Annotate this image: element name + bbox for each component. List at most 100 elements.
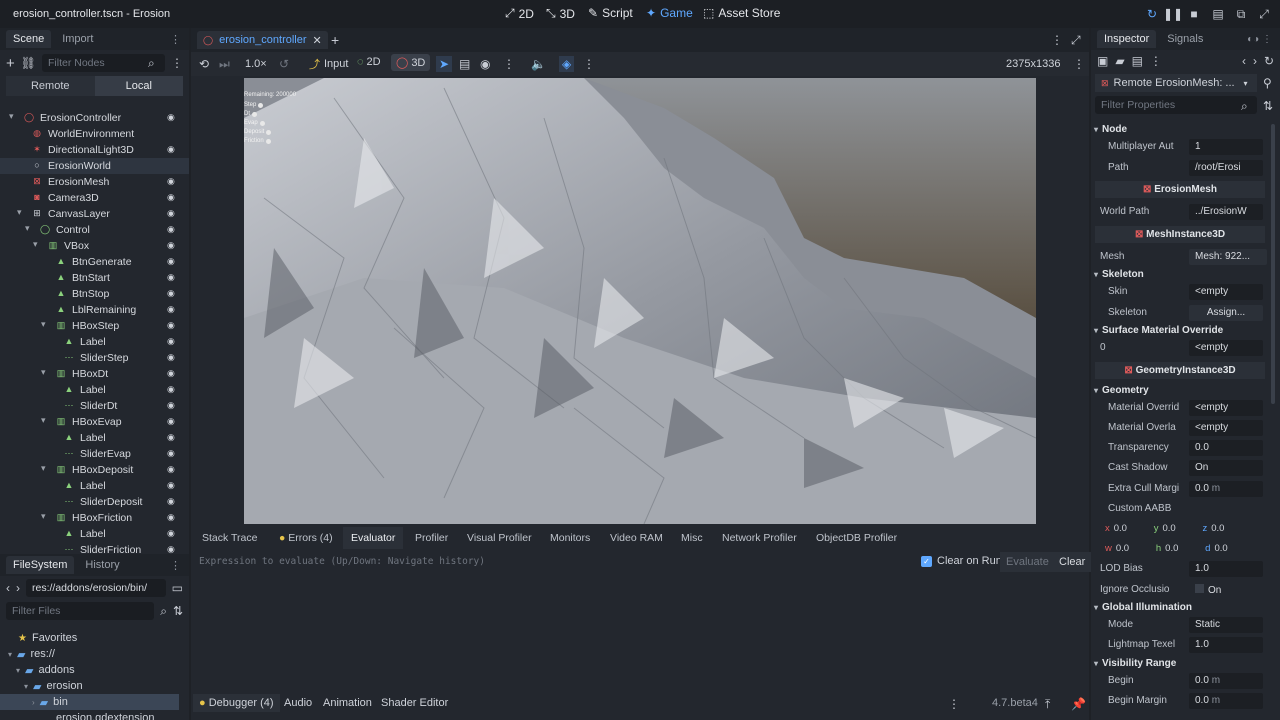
tabs-menu-icon[interactable]: ⋮ xyxy=(1051,33,1063,47)
tree-item-control[interactable]: ▾ ◯ Control ◉ xyxy=(0,222,189,238)
history-icon[interactable]: ↻ xyxy=(1264,54,1274,68)
workspace-3d-button[interactable]: ⤡ 3D xyxy=(546,6,575,21)
tab-monitors[interactable]: Monitors xyxy=(550,532,590,544)
list-select-icon[interactable]: ▤ xyxy=(459,57,470,71)
visibility-eye-icon[interactable]: ◉ xyxy=(167,224,175,235)
input-mode-button[interactable]: ⤴ Input xyxy=(309,56,348,72)
options-icon[interactable]: ⋮ xyxy=(503,57,515,71)
expand-arrow-icon[interactable]: ▾ xyxy=(41,319,46,330)
assign-skeleton-button[interactable]: Assign... xyxy=(1189,305,1263,321)
file-item-res[interactable]: ▾ ▰ res:// xyxy=(0,646,189,662)
tab-debugger[interactable]: ● Debugger (4) xyxy=(193,694,280,712)
add-node-icon[interactable]: + xyxy=(6,55,15,72)
expand-panel-icon[interactable]: ⤒ xyxy=(1045,697,1050,712)
visibility-eye-icon[interactable]: ◉ xyxy=(167,512,175,523)
path-field[interactable]: res://addons/erosion/bin/ xyxy=(26,579,166,597)
close-tab-icon[interactable]: ✕ xyxy=(313,34,322,47)
tab-video-ram[interactable]: Video RAM xyxy=(610,532,663,544)
tree-item-hboxfriction[interactable]: ▾ ▥ HBoxFriction ◉ xyxy=(0,510,189,526)
visibility-eye-icon[interactable]: ◉ xyxy=(167,320,175,331)
local-button[interactable]: Local xyxy=(94,76,183,96)
slider-handle[interactable] xyxy=(259,120,265,126)
material-override-field[interactable]: <empty xyxy=(1189,400,1263,416)
lod-bias-slider[interactable]: 1.0 xyxy=(1189,561,1263,577)
new-resource-icon[interactable]: ▣ xyxy=(1097,54,1108,68)
layout-menu-icon[interactable]: ⋮ xyxy=(948,697,960,711)
visibility-eye-icon[interactable]: ◉ xyxy=(167,336,175,347)
pin-icon[interactable]: 📌 xyxy=(1071,697,1086,711)
section-node[interactable]: ▾ Node xyxy=(1094,124,1266,135)
object-selector[interactable]: ⊠ Remote ErosionMesh: ... ▾ xyxy=(1095,74,1257,92)
forward-icon[interactable]: › xyxy=(16,581,20,595)
section-global-illumination[interactable]: ▾ Global Illumination xyxy=(1094,602,1266,613)
path-field[interactable]: /root/Erosi xyxy=(1189,160,1263,176)
tree-item-sliderdeposit[interactable]: ⋯ SliderDeposit ◉ xyxy=(0,494,189,510)
tab-animation[interactable]: Animation xyxy=(323,697,372,709)
visibility-eye-icon[interactable]: ◉ xyxy=(167,480,175,491)
visibility-eye-icon[interactable]: ◉ xyxy=(167,544,175,554)
dock-menu-icon[interactable]: ⋮ xyxy=(170,559,181,572)
slider-handle[interactable] xyxy=(265,138,271,144)
tab-import[interactable]: Import xyxy=(55,30,100,48)
fullscreen-icon[interactable]: ⤢ xyxy=(1257,7,1271,21)
ignore-occlusion-checkbox[interactable]: On xyxy=(1189,582,1263,598)
distraction-free-icon[interactable]: ⤢ xyxy=(1071,33,1081,48)
dock-nav-icon[interactable]: ◐◑ ⋮ xyxy=(1247,34,1272,45)
add-tab-icon[interactable]: + xyxy=(331,32,339,48)
more-icon[interactable]: ⋮ xyxy=(583,57,595,71)
select-icon[interactable]: ➤ xyxy=(436,56,453,72)
sort-icon[interactable]: ⇅ xyxy=(173,604,183,618)
file-item-addons[interactable]: ▾ ▰ addons xyxy=(0,662,189,678)
tree-item-lblremaining[interactable]: ▲ LblRemaining ◉ xyxy=(0,302,189,318)
tree-item-canvaslayer[interactable]: ▾ ⊞ CanvasLayer ◉ xyxy=(0,206,189,222)
cast-shadow-dropdown[interactable]: On xyxy=(1189,460,1263,476)
visibility-eye-icon[interactable]: ◉ xyxy=(167,192,175,203)
split-view-icon[interactable]: ▭ xyxy=(172,581,183,595)
scene-menu-icon[interactable]: ⋮ xyxy=(171,56,183,70)
tab-profiler[interactable]: Profiler xyxy=(415,532,448,544)
movie-icon[interactable]: ▤ xyxy=(1211,7,1225,21)
tab-visual-profiler[interactable]: Visual Profiler xyxy=(467,532,532,544)
visibility-eye-icon[interactable]: ◉ xyxy=(167,256,175,267)
mesh-resource-field[interactable]: Mesh: 922... xyxy=(1189,249,1267,265)
visibility-eye-icon[interactable]: ◉ xyxy=(167,144,175,155)
section-visibility-range[interactable]: ▾ Visibility Range xyxy=(1094,658,1266,669)
zoom-level[interactable]: 1.0× xyxy=(245,58,267,70)
game-viewport[interactable]: Remaining: 200000 Step Dt Evap Deposit F… xyxy=(244,78,1036,524)
tab-scene[interactable]: Scene xyxy=(6,30,52,48)
remote-button[interactable]: Remote xyxy=(6,76,95,96)
transparency-slider[interactable]: 0.0 xyxy=(1189,440,1263,456)
expand-arrow-icon[interactable]: ▾ xyxy=(33,239,38,250)
camera-override-icon[interactable]: ◈ xyxy=(559,56,575,72)
visibility-eye-icon[interactable]: ◉ xyxy=(167,304,175,315)
history-back-icon[interactable]: ‹ xyxy=(1242,54,1246,68)
tree-item-sliderstep[interactable]: ⋯ SliderStep ◉ xyxy=(0,350,189,366)
filter-nodes-input[interactable]: Filter Nodes xyxy=(42,54,165,72)
tree-item-sliderdt[interactable]: ⋯ SliderDt ◉ xyxy=(0,398,189,414)
save-icon[interactable]: ▤ xyxy=(1132,54,1143,68)
stop-icon[interactable]: ■ xyxy=(1187,7,1201,21)
tab-misc[interactable]: Misc xyxy=(681,532,703,544)
workspace-2d-button[interactable]: ⤢ 2D xyxy=(505,6,534,21)
tree-item-erosionmesh[interactable]: ⊠ ErosionMesh ◉ xyxy=(0,174,189,190)
surface-material-field[interactable]: <empty xyxy=(1189,340,1263,356)
tab-signals[interactable]: Signals xyxy=(1160,30,1210,48)
expression-input[interactable]: Expression to evaluate (Up/Down: Navigat… xyxy=(199,556,899,567)
tree-item-hboxstep[interactable]: ▾ ▥ HBoxStep ◉ xyxy=(0,318,189,334)
tree-item-erosionworld[interactable]: ○ ErosionWorld xyxy=(0,158,189,174)
begin-field[interactable]: 0.0 m xyxy=(1189,673,1263,689)
history-forward-icon[interactable]: › xyxy=(1253,54,1257,68)
visibility-eye-icon[interactable]: ◉ xyxy=(167,416,175,427)
tab-filesystem[interactable]: FileSystem xyxy=(6,556,75,574)
tree-item-btngenerate[interactable]: ▲ BtnGenerate ◉ xyxy=(0,254,189,270)
eye-icon[interactable]: ◉ xyxy=(480,57,490,71)
visibility-eye-icon[interactable]: ◉ xyxy=(167,368,175,379)
section-geometry[interactable]: ▾ Geometry xyxy=(1094,385,1266,396)
workspace-script-button[interactable]: ✎ Script xyxy=(588,6,633,20)
tree-item-btnstop[interactable]: ▲ BtnStop ◉ xyxy=(0,286,189,302)
next-frame-icon[interactable]: ⏭ xyxy=(219,57,230,72)
tab-history[interactable]: History xyxy=(78,556,126,574)
expand-arrow-icon[interactable]: ▾ xyxy=(41,415,46,426)
file-item-bin[interactable]: › ▰ bin xyxy=(0,694,179,710)
tree-item-erosioncontroller[interactable]: ▾ ◯ ErosionController ◉ xyxy=(0,110,189,126)
